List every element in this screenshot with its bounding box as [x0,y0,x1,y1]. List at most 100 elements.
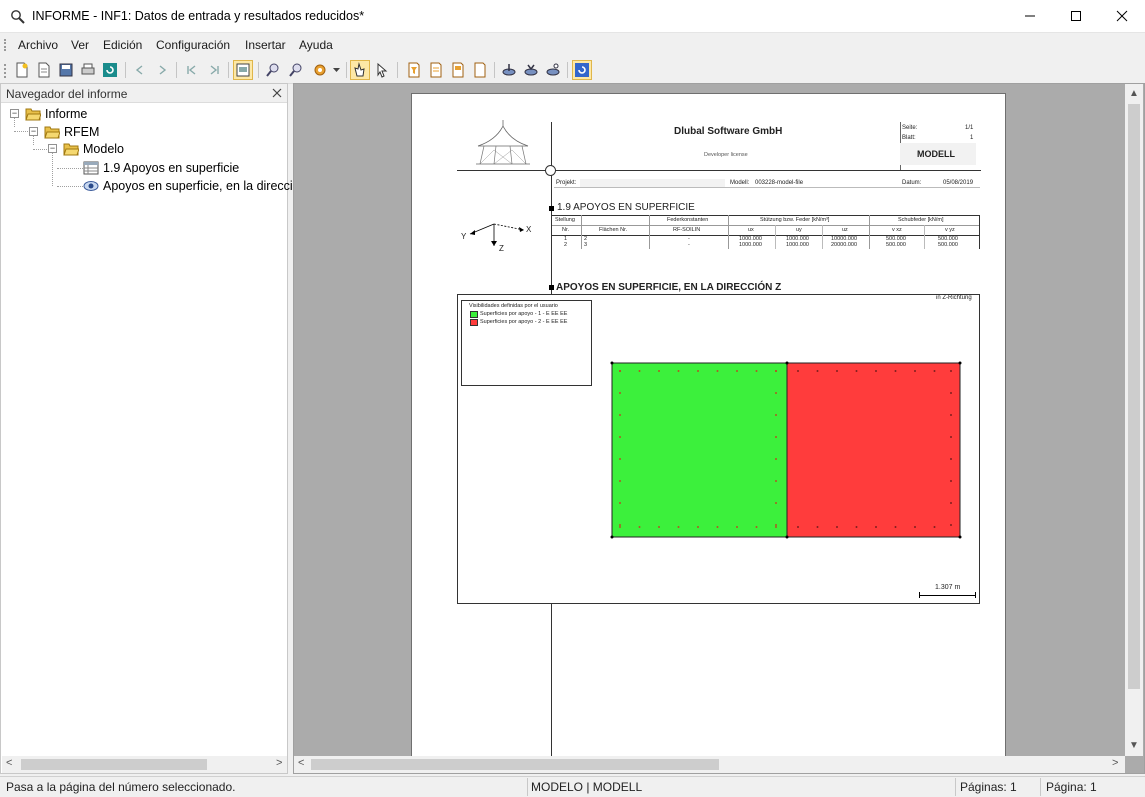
pointer-tool-button[interactable] [372,60,392,80]
support-point [775,414,777,416]
title-bar: INFORME - INF1: Datos de entrada y resul… [0,0,1145,33]
support-point [755,370,758,372]
tree-node-apoyos-direccion-z[interactable]: Apoyos en superficie, en la dirección Z [83,177,318,195]
seite-label: Seite: [902,125,918,131]
support-point [836,526,838,528]
tree-node-modelo[interactable]: Modelo [63,140,124,158]
scroll-right-icon[interactable]: > [1112,757,1118,769]
zoom-out-button[interactable] [286,60,306,80]
projekt-label: Projekt: [556,180,577,186]
menu-ayuda[interactable]: Ayuda [299,38,333,52]
vertical-scroll-thumb[interactable] [1128,104,1140,689]
scroll-thumb[interactable] [21,759,207,770]
menu-insertar[interactable]: Insertar [245,38,286,52]
zoom-in-button[interactable] [263,60,283,80]
scroll-left-icon[interactable]: < [298,757,304,769]
support-point [716,526,719,528]
tree-node-rfem[interactable]: RFEM [44,123,99,141]
folder-open-icon [44,126,60,139]
scroll-up-icon[interactable]: ▲ [1129,88,1139,99]
support-point [950,524,952,526]
table-row-2-vyz: 500.000 [938,242,958,248]
minimize-button[interactable] [1007,0,1053,32]
table-row-2-flaechen: 3 [584,242,588,248]
status-pages: Páginas: 1 [960,780,1017,794]
close-icon [1116,10,1128,22]
prev-button[interactable] [130,60,150,80]
link-button[interactable] [543,60,563,80]
support-point [775,392,777,394]
tree-label-apoyos-superficie: 1.9 Apoyos en superficie [103,161,240,175]
refresh-icon [103,63,117,77]
maximize-button[interactable] [1053,0,1099,32]
tree-node-apoyos-superficie[interactable]: 1.9 Apoyos en superficie [83,159,239,177]
expand-modelo[interactable]: − [48,144,57,153]
support-point [950,370,952,372]
legend-swatch-1 [470,311,478,318]
support-point [933,526,936,528]
print-button[interactable] [78,60,98,80]
th-federkonstanten: Federkonstanten [667,217,709,223]
table-row-2-uy: 1000.000 [786,242,809,248]
support-point [619,524,621,526]
cover-page-button[interactable] [448,60,468,80]
company-name: Dlubal Software GmbH [674,126,783,137]
th-vyz: v yz [945,227,955,233]
navigator-title: Navegador del informe [6,87,128,101]
open-report-button[interactable] [34,60,54,80]
export-button[interactable] [499,60,519,80]
support-point [677,370,680,372]
next-button[interactable] [152,60,172,80]
new-report-button[interactable] [12,60,32,80]
horizontal-scroll-thumb[interactable] [311,759,719,770]
save-button[interactable] [56,60,76,80]
navigator-horizontal-scrollbar[interactable]: < > [2,756,287,773]
section-direccion-z-title: APOYOS EN SUPERFICIE, EN LA DIRECCIÓN Z [556,282,782,293]
navigator-close-button[interactable] [272,85,282,101]
support-point [855,526,858,528]
select-tool-button[interactable] [350,60,370,80]
datum-label: Datum: [902,180,922,186]
menu-configuracion[interactable]: Configuración [156,38,230,52]
table-row-2-nr: 2 [564,242,568,248]
expand-informe[interactable]: − [10,109,19,118]
support-point [716,370,719,372]
arrow-left-icon [135,65,143,75]
legend-box: Visibilidades definidas por el usuario S… [461,300,592,386]
filter-button[interactable] [404,60,424,80]
tree-node-informe[interactable]: Informe [25,105,87,123]
last-page-button[interactable] [204,60,224,80]
modell-box: MODELL [917,149,955,159]
th-ux: ux [748,227,754,233]
settings-button[interactable] [310,60,330,80]
sync-button[interactable] [572,60,592,80]
expand-rfem[interactable]: − [29,127,38,136]
company-logo [476,120,530,165]
status-hint: Pasa a la página del número seleccionado… [6,780,236,794]
status-mode: MODELO | MODELL [531,780,643,794]
first-page-button[interactable] [182,60,202,80]
close-button[interactable] [1099,0,1145,32]
axis-x-label: X [526,225,532,234]
blank-page-button[interactable] [470,60,490,80]
last-page-icon [210,65,219,75]
supports-table: Stellung Federkonstanten Stützung bzw. F… [551,215,980,250]
scroll-left-icon[interactable]: < [6,757,12,769]
preview-horizontal-scrollbar[interactable]: < > [294,756,1125,773]
import-button[interactable] [521,60,541,80]
page-view-button[interactable] [233,60,253,80]
gear-icon [314,64,326,76]
page-setup-button[interactable] [426,60,446,80]
open-document-icon [38,62,50,78]
menu-edicion[interactable]: Edición [103,38,142,52]
scroll-down-icon[interactable]: ▼ [1129,740,1139,751]
settings-dropdown[interactable] [330,60,342,80]
support-point [619,392,621,394]
scroll-right-icon[interactable]: > [276,757,282,769]
menu-ver[interactable]: Ver [71,38,89,52]
report-navigator-panel: Navegador del informe − − − Informe RFEM… [0,83,318,774]
menu-archivo[interactable]: Archivo [18,38,58,52]
refresh-button[interactable] [100,60,120,80]
support-point [933,370,936,372]
preview-vertical-scrollbar[interactable]: ▲ ▼ [1125,84,1143,756]
